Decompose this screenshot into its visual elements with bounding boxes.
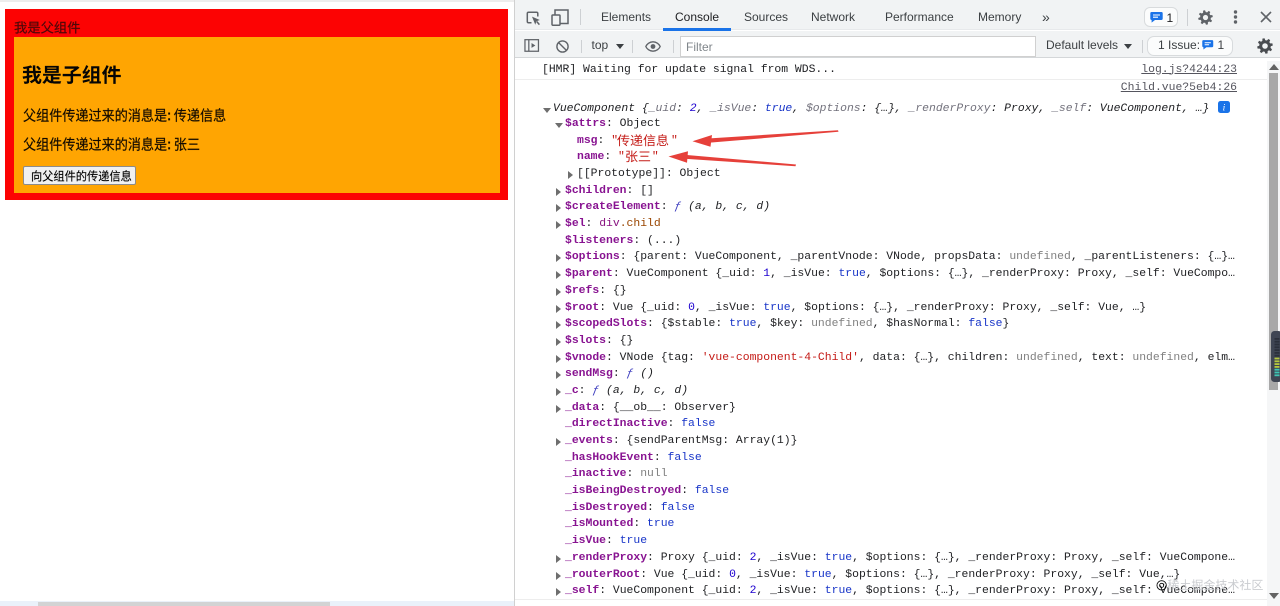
svg-text:i: i bbox=[1223, 104, 1226, 113]
